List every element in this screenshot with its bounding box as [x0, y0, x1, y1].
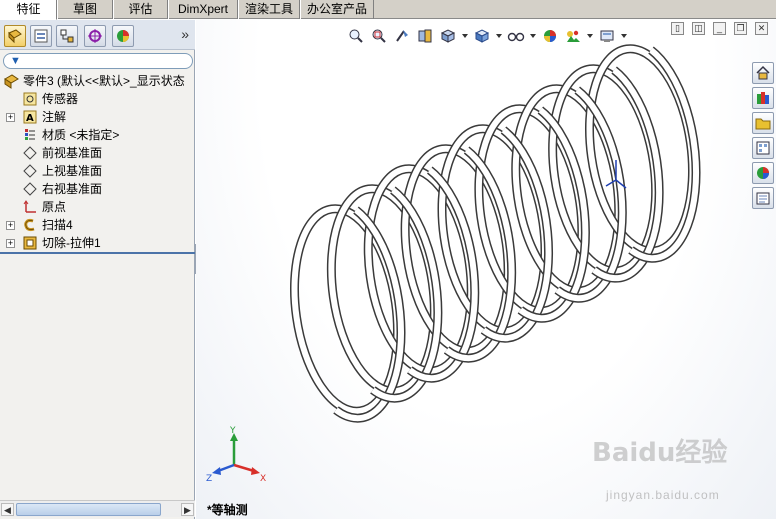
- tree-item-annotations[interactable]: + A 注解: [0, 108, 195, 126]
- plane-icon: [22, 163, 38, 179]
- design-library-icon[interactable]: [752, 87, 774, 109]
- tab-dimxpert[interactable]: DimXpert: [168, 0, 238, 19]
- feature-filter-input[interactable]: ▼: [3, 53, 193, 69]
- dimxpert-icon[interactable]: [84, 25, 106, 47]
- view-palette-icon[interactable]: [752, 137, 774, 159]
- tree-item-label: 传感器: [42, 92, 79, 106]
- horizontal-scrollbar[interactable]: ◀ ▶: [0, 500, 195, 517]
- plane-icon: [22, 145, 38, 161]
- tab-sketch[interactable]: 草图: [57, 0, 113, 19]
- filter-icon: ▼: [10, 55, 21, 67]
- cut-extrude-icon: [22, 235, 38, 251]
- configurationmanager-icon[interactable]: [56, 25, 78, 47]
- tree-item-label: 前视基准面: [42, 146, 103, 160]
- sweep-icon: [22, 217, 38, 233]
- tree-item-material[interactable]: 材质 <未指定>: [0, 126, 195, 144]
- tab-evaluate[interactable]: 评估: [113, 0, 168, 19]
- tree-item-label: 扫描4: [42, 218, 73, 232]
- expand-icon[interactable]: +: [6, 221, 15, 230]
- scroll-left-icon[interactable]: ◀: [1, 503, 14, 516]
- sensor-icon: [22, 91, 38, 107]
- panel-toolbar: »: [0, 20, 195, 50]
- propertymanager-icon[interactable]: [30, 25, 52, 47]
- custom-properties-icon[interactable]: [752, 187, 774, 209]
- watermark-text: Baidu经验: [592, 438, 728, 468]
- tree-item-origin[interactable]: 原点: [0, 198, 195, 216]
- task-pane: [752, 62, 774, 212]
- command-manager-tabs: 特征 草图 评估 DimXpert 渲染工具 办公室产品: [0, 0, 776, 20]
- tree-item-label: 切除-拉伸1: [42, 236, 101, 250]
- feature-manager-panel: » ▼ 零件3 (默认<<默认>_显示状态 传感器 + A 注解 材质 <未指定…: [0, 20, 195, 519]
- reference-triad: Y X Z: [206, 426, 266, 484]
- expand-icon[interactable]: +: [6, 239, 15, 248]
- tab-office-products[interactable]: 办公室产品: [300, 0, 374, 19]
- tree-item-label: 材质 <未指定>: [42, 128, 120, 142]
- svg-text:A: A: [26, 113, 34, 124]
- featuremanager-icon[interactable]: [4, 25, 26, 47]
- triad-x-label: X: [260, 474, 266, 484]
- file-explorer-icon[interactable]: [752, 112, 774, 134]
- watermark-url: jingyan.baidu.com: [606, 488, 720, 502]
- tree-item-label: 右视基准面: [42, 182, 103, 196]
- tree-root-label: 零件3 (默认<<默认>_显示状态: [23, 74, 185, 88]
- origin-icon: [22, 199, 38, 215]
- spring-coil-front[interactable]: [592, 67, 663, 282]
- tree-item-sensors[interactable]: 传感器: [0, 90, 195, 108]
- tree-item-sweep[interactable]: + 扫描4: [0, 216, 195, 234]
- rollback-bar[interactable]: [0, 252, 195, 254]
- plane-icon: [22, 181, 38, 197]
- spring-coil-front[interactable]: [629, 47, 700, 262]
- annotation-icon: A: [22, 109, 38, 125]
- material-icon: [22, 127, 38, 143]
- scroll-thumb[interactable]: [16, 503, 161, 516]
- solidworks-resources-icon[interactable]: [752, 62, 774, 84]
- view-orientation-label: *等轴测: [207, 503, 248, 517]
- tab-features[interactable]: 特征: [0, 0, 57, 20]
- display-manager-icon[interactable]: [112, 25, 134, 47]
- triad-z-label: Z: [206, 474, 212, 484]
- more-tabs-button[interactable]: »: [181, 26, 189, 42]
- tree-item-label: 原点: [42, 200, 67, 214]
- part-icon: [3, 73, 19, 89]
- tree-root[interactable]: 零件3 (默认<<默认>_显示状态: [0, 72, 195, 90]
- tree-item-right-plane[interactable]: 右视基准面: [0, 180, 195, 198]
- feature-tree: 零件3 (默认<<默认>_显示状态 传感器 + A 注解 材质 <未指定> 前视…: [0, 72, 195, 252]
- appearances-scenes-icon[interactable]: [752, 162, 774, 184]
- expand-icon[interactable]: +: [6, 113, 15, 122]
- triad-y-label: Y: [229, 426, 236, 436]
- tree-item-cut-extrude[interactable]: + 切除-拉伸1: [0, 234, 195, 252]
- tree-item-label: 上视基准面: [42, 164, 103, 178]
- baidu-watermark: Baidu经验: [592, 432, 727, 469]
- tree-item-front-plane[interactable]: 前视基准面: [0, 144, 195, 162]
- tree-item-label: 注解: [42, 110, 67, 124]
- tab-render-tools[interactable]: 渲染工具: [238, 0, 300, 19]
- tree-item-top-plane[interactable]: 上视基准面: [0, 162, 195, 180]
- scroll-right-icon[interactable]: ▶: [181, 503, 194, 516]
